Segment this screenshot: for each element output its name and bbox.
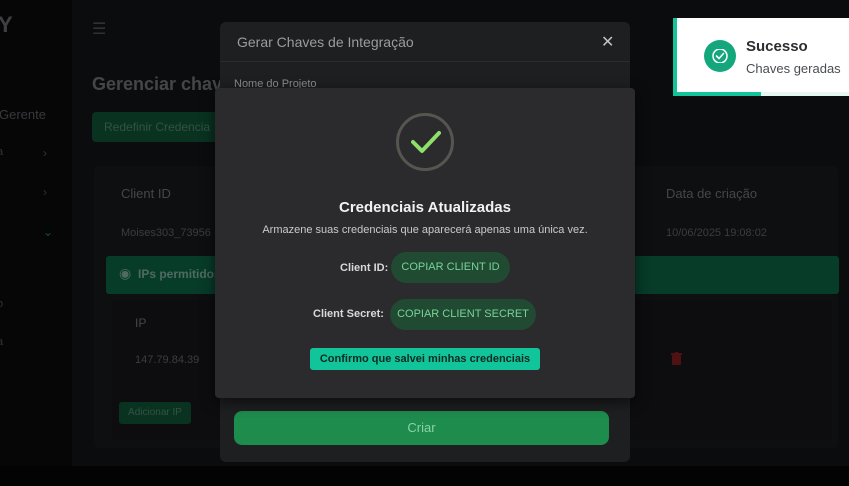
toast-message: Chaves geradas — [746, 61, 841, 76]
toast-progress-track — [677, 92, 849, 96]
success-toast[interactable]: Sucesso Chaves geradas — [673, 18, 849, 96]
client-secret-label: Client Secret: — [313, 308, 384, 320]
check-circle-icon — [704, 40, 736, 72]
client-id-label: Client ID: — [340, 262, 389, 274]
modal-header: Gerar Chaves de Integração ✕ — [220, 22, 630, 62]
toast-progress-bar — [677, 92, 762, 96]
credentials-title: Credenciais Atualizadas — [338, 199, 511, 216]
success-check-icon — [396, 113, 454, 171]
credentials-dialog: Credenciais Atualizadas Armazene suas cr… — [215, 88, 635, 398]
toast-title: Sucesso — [746, 38, 808, 55]
credentials-subtitle: Armazene suas credenciais que aparecerá … — [262, 224, 588, 236]
confirm-saved-button[interactable]: Confirmo que salvei minhas credenciais — [310, 348, 540, 370]
modal-title: Gerar Chaves de Integração — [237, 34, 414, 50]
copy-client-secret-button[interactable]: COPIAR CLIENT SECRET — [390, 299, 536, 330]
create-button[interactable]: Criar — [234, 411, 609, 445]
copy-client-id-button[interactable]: COPIAR CLIENT ID — [391, 252, 510, 283]
close-icon[interactable]: ✕ — [601, 32, 614, 52]
